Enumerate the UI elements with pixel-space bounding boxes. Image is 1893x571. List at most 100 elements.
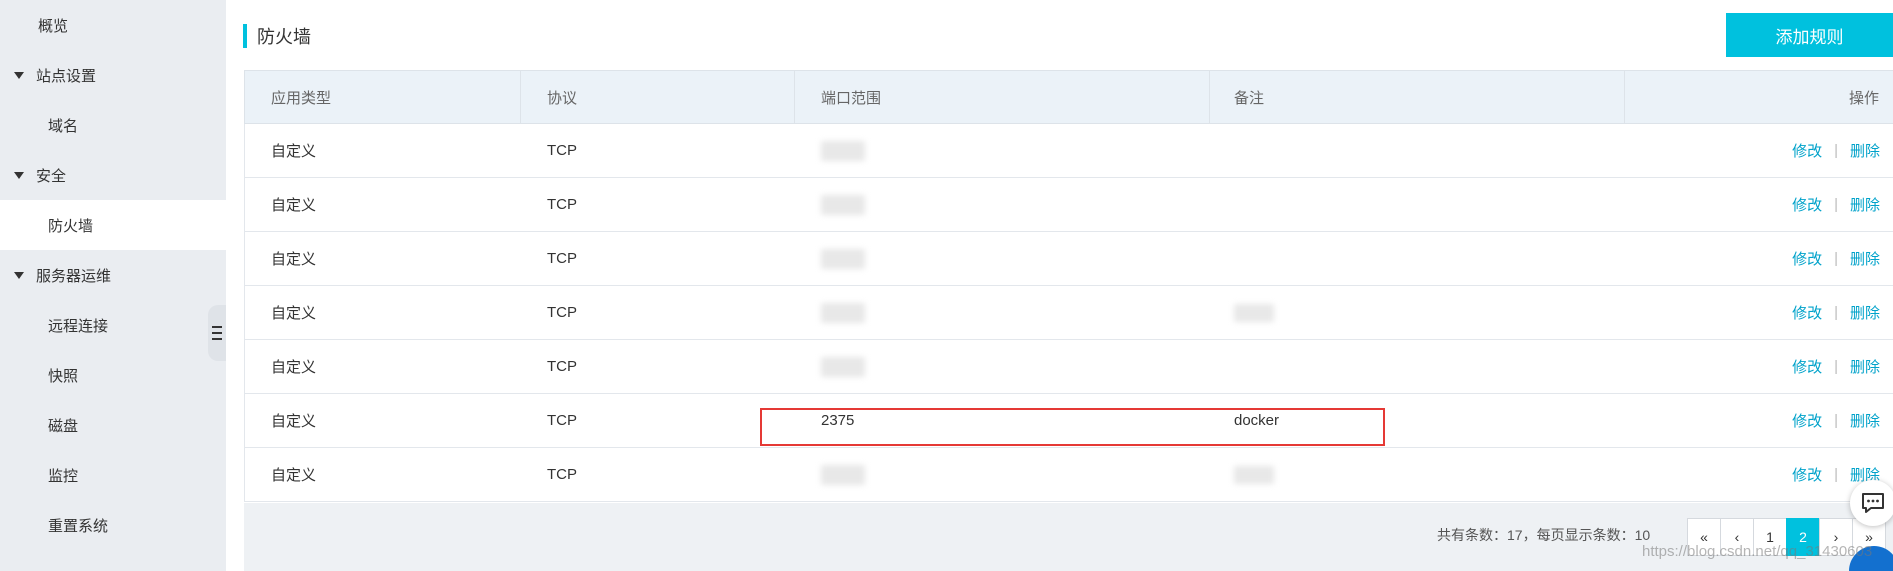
sidebar-item[interactable]: 域名 — [0, 100, 226, 150]
cell-port-range — [795, 340, 1210, 393]
cell-port-range — [795, 232, 1210, 285]
table-row: 自定义 TCP 修改 | 删除 — [244, 232, 1893, 286]
cell-type: 自定义 — [271, 413, 317, 430]
cell-protocol: TCP — [547, 466, 577, 483]
page-title-text: 防火墙 — [257, 27, 311, 47]
table-row: 自定义 TCP 修改 | 删除 — [244, 178, 1893, 232]
cell-note — [1210, 448, 1625, 501]
edit-link[interactable]: 修改 — [1792, 410, 1822, 431]
sidebar-item-label: 服务器运维 — [36, 267, 112, 285]
table-row: 自定义 TCP 修改 | 删除 — [244, 124, 1893, 178]
sidebar-item[interactable]: 远程连接 — [0, 300, 226, 350]
action-separator: | — [1834, 412, 1838, 429]
edit-link[interactable]: 修改 — [1792, 356, 1822, 377]
cell-actions: 修改 | 删除 — [1625, 286, 1893, 339]
caret-down-icon — [14, 271, 24, 279]
delete-link[interactable]: 删除 — [1850, 410, 1880, 431]
cell-actions: 修改 | 删除 — [1625, 178, 1893, 231]
title-accent-bar — [243, 24, 247, 48]
action-separator: | — [1834, 250, 1838, 267]
redacted-value — [821, 464, 865, 485]
highlight-annotation-box — [760, 408, 1385, 446]
table-footer: 共有条数：17，每页显示条数：10 «‹ 1 2 ›» — [244, 503, 1893, 571]
cell-protocol: TCP — [547, 358, 577, 375]
row-actions: 修改 | 删除 — [1792, 140, 1880, 161]
edit-link[interactable]: 修改 — [1792, 302, 1822, 323]
redacted-value — [1234, 465, 1274, 484]
delete-link[interactable]: 删除 — [1850, 356, 1880, 377]
menu-icon — [212, 326, 222, 340]
add-rule-button[interactable]: 添加规则 — [1726, 13, 1893, 57]
column-header-actions: 操作 — [1624, 71, 1893, 123]
sidebar-item[interactable]: 重置系统 — [0, 500, 226, 550]
cell-note — [1210, 286, 1625, 339]
action-separator: | — [1834, 466, 1838, 483]
table-row: 自定义 TCP 修改 | 删除 — [244, 286, 1893, 340]
edit-link[interactable]: 修改 — [1792, 194, 1822, 215]
row-actions: 修改 | 删除 — [1792, 410, 1880, 431]
edit-link[interactable]: 修改 — [1792, 248, 1822, 269]
action-separator: | — [1834, 142, 1838, 159]
row-actions: 修改 | 删除 — [1792, 248, 1880, 269]
action-separator: | — [1834, 304, 1838, 321]
cell-note — [1210, 124, 1625, 177]
cell-type: 自定义 — [271, 305, 317, 322]
sidebar-item-label: 监控 — [48, 467, 79, 485]
sidebar-item[interactable]: 防火墙 — [0, 200, 226, 250]
redacted-value — [1234, 303, 1274, 322]
cell-note — [1210, 232, 1625, 285]
delete-link[interactable]: 删除 — [1850, 302, 1880, 323]
redacted-value — [821, 194, 865, 215]
sidebar-collapse-handle[interactable] — [208, 305, 226, 361]
cell-port-range — [795, 448, 1210, 501]
redacted-value — [821, 248, 865, 269]
cell-type: 自定义 — [271, 143, 317, 160]
redacted-value — [821, 140, 865, 161]
edit-link[interactable]: 修改 — [1792, 140, 1822, 161]
action-separator: | — [1834, 358, 1838, 375]
sidebar-item[interactable]: 概览 — [0, 0, 226, 50]
sidebar-item[interactable]: 快照 — [0, 350, 226, 400]
redacted-value — [821, 356, 865, 377]
cell-protocol: TCP — [547, 304, 577, 321]
sidebar-item-label: 站点设置 — [36, 67, 97, 85]
sidebar-item-label: 快照 — [48, 367, 79, 385]
page-title: 防火墙 — [243, 24, 311, 48]
caret-down-icon — [14, 171, 24, 179]
chat-button[interactable] — [1850, 480, 1893, 526]
delete-link[interactable]: 删除 — [1850, 248, 1880, 269]
caret-down-icon — [14, 71, 24, 79]
cell-port-range — [795, 124, 1210, 177]
delete-link[interactable]: 删除 — [1850, 194, 1880, 215]
cell-protocol: TCP — [547, 412, 577, 429]
sidebar-item[interactable]: 监控 — [0, 450, 226, 500]
table-row: 自定义 TCP 修改 | 删除 — [244, 448, 1893, 502]
sidebar-item-label: 防火墙 — [48, 217, 94, 235]
cell-actions: 修改 | 删除 — [1625, 232, 1893, 285]
sidebar-item-label: 安全 — [36, 167, 67, 185]
row-actions: 修改 | 删除 — [1792, 356, 1880, 377]
sidebar-item[interactable]: 安全 — [0, 150, 226, 200]
sidebar: 概览站点设置域名安全防火墙服务器运维远程连接快照磁盘监控重置系统 — [0, 0, 226, 571]
cell-protocol: TCP — [547, 250, 577, 267]
sidebar-item[interactable]: 站点设置 — [0, 50, 226, 100]
column-header-protocol: 协议 — [520, 71, 794, 123]
cell-note — [1210, 178, 1625, 231]
column-header-note: 备注 — [1209, 71, 1624, 123]
sidebar-item-label: 磁盘 — [48, 417, 79, 435]
column-header-port-range: 端口范围 — [794, 71, 1209, 123]
column-header-type: 应用类型 — [244, 71, 520, 123]
cell-protocol: TCP — [547, 196, 577, 213]
table-header: 应用类型 协议 端口范围 备注 操作 — [244, 70, 1893, 124]
edit-link[interactable]: 修改 — [1792, 464, 1822, 485]
cell-type: 自定义 — [271, 359, 317, 376]
cell-actions: 修改 | 删除 — [1625, 340, 1893, 393]
cell-actions: 修改 | 删除 — [1625, 124, 1893, 177]
sidebar-item[interactable]: 磁盘 — [0, 400, 226, 450]
row-actions: 修改 | 删除 — [1792, 302, 1880, 323]
cell-type: 自定义 — [271, 251, 317, 268]
delete-link[interactable]: 删除 — [1850, 140, 1880, 161]
sidebar-item[interactable]: 服务器运维 — [0, 250, 226, 300]
sidebar-item-label: 远程连接 — [48, 317, 109, 335]
pagination-summary: 共有条数：17，每页显示条数：10 — [1437, 527, 1651, 543]
